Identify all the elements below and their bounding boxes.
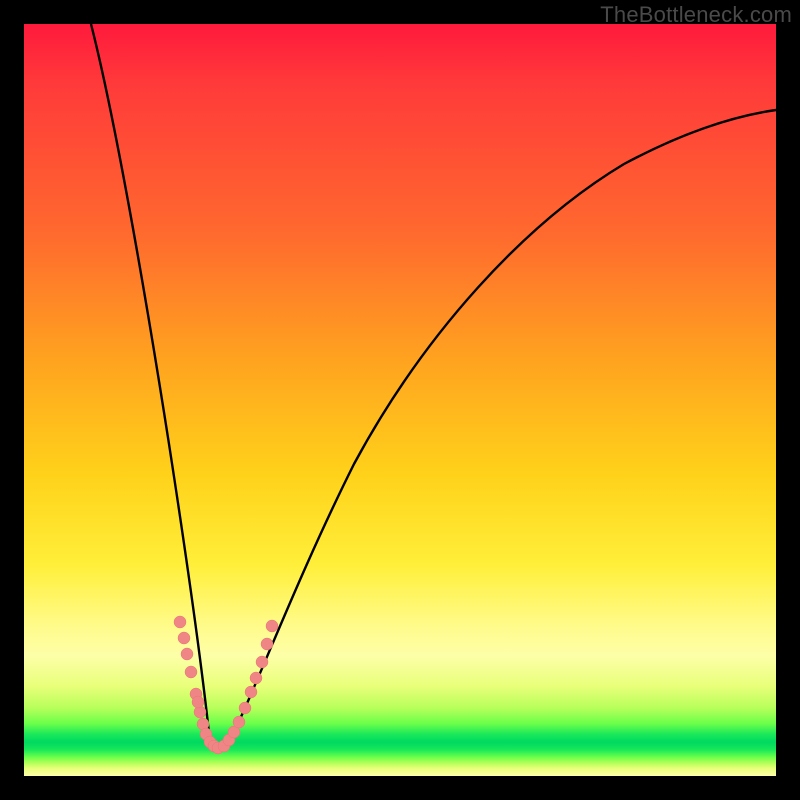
plot-area: [24, 24, 776, 776]
marker-dots: [174, 616, 278, 754]
curve-left-branch: [91, 24, 210, 742]
curve-layer: [24, 24, 776, 776]
chart-frame: TheBottleneck.com: [0, 0, 800, 800]
curve-right-branch: [210, 110, 776, 749]
watermark-text: TheBottleneck.com: [600, 2, 792, 28]
